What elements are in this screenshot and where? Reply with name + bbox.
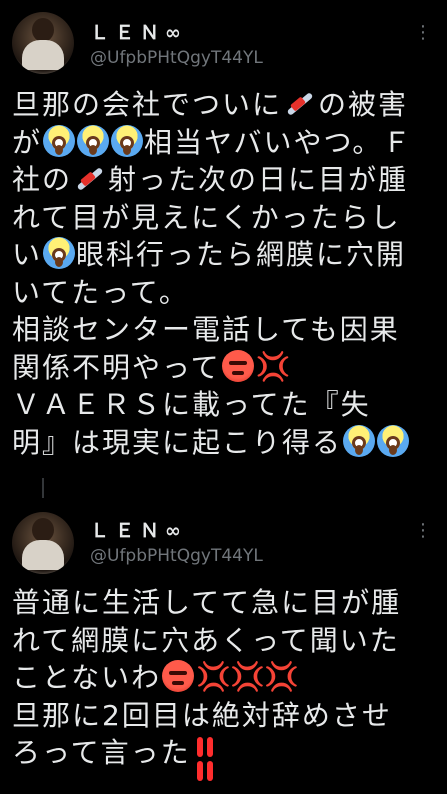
text-line: 旦那の会社でついに の被害 <box>12 86 437 124</box>
text-segment: れて目が見えにくかったらし <box>12 200 401 234</box>
text-line: 関係不明やって <box>12 348 437 387</box>
text-line: 旦那に2回目は絶対辞めさせ <box>12 697 437 735</box>
thread-connector <box>42 478 44 498</box>
text-segment: 明』は現実に起こり得る <box>12 425 343 459</box>
text-line: いてたって。 <box>12 274 437 312</box>
face-screaming-in-fear-icon <box>377 424 410 457</box>
text-line: ＶＡＥＲＳに載ってた『失 <box>12 386 437 424</box>
angry-face-icon <box>221 349 254 382</box>
text-segment: 関係不明やって <box>12 350 221 384</box>
face-screaming-in-fear-icon <box>77 124 110 157</box>
text-line: れて網膜に穴あくって聞いた <box>12 622 437 660</box>
text-line: 普通に生活してて急に目が腫 <box>12 584 437 622</box>
anger-symbol-icon <box>196 658 231 696</box>
syringe-icon <box>283 87 317 119</box>
more-options-icon[interactable]: ⋮ <box>414 22 432 43</box>
face-screaming-in-fear-icon <box>343 424 376 457</box>
text-line: 明』は現実に起こり得る <box>12 424 437 462</box>
display-name[interactable]: ＬＥＮ∞ <box>90 18 187 45</box>
text-segment: ろって言った <box>12 736 191 769</box>
tweet-text: 旦那の会社でついに の被害が 相当ヤバいやつ。Ｆ 社の 射った次の日に目が腫れて目が見え… <box>12 86 437 461</box>
syringe-icon <box>73 162 107 194</box>
text-segment: 相当ヤバいやつ。Ｆ <box>144 125 413 159</box>
tweet-1[interactable]: ＬＥＮ∞ @UfpbPHtQgyT44YL ⋮ 旦那の会社でついに の被害が 相当ヤ… <box>0 0 447 498</box>
user-handle[interactable]: @UfpbPHtQgyT44YL <box>90 546 263 566</box>
text-segment: 社の <box>12 163 73 196</box>
anger-symbol-icon <box>230 658 265 696</box>
text-line: が 相当ヤバいやつ。Ｆ <box>12 124 437 162</box>
text-line: い眼科行ったら網膜に穴開 <box>12 236 437 274</box>
text-segment: の被害 <box>318 88 409 121</box>
text-segment: 眼科行ったら網膜に穴開 <box>76 238 407 271</box>
tweet-text: 普通に生活してて急に目が腫れて網膜に穴あくって聞いたことないわ旦那に2回目は絶対… <box>12 584 437 772</box>
more-options-icon[interactable]: ⋮ <box>414 520 432 541</box>
anger-symbol-icon <box>264 658 299 696</box>
text-segment: 旦那の会社でついに <box>12 88 283 121</box>
double-exclamation-icon <box>192 735 218 767</box>
text-segment: 射った次の日に目が腫 <box>108 163 409 196</box>
text-segment: いてたって。 <box>12 275 189 309</box>
angry-face-icon <box>162 660 195 692</box>
text-segment: 普通に生活してて急に目が腫 <box>12 586 402 619</box>
text-segment: い <box>12 238 43 271</box>
text-segment: れて網膜に穴あくって聞いた <box>12 623 400 657</box>
text-line: ろって言った <box>12 734 437 772</box>
face-screaming-in-fear-icon <box>111 124 144 157</box>
text-segment: が <box>12 125 43 159</box>
text-line: 相談センター電話しても因果 <box>12 311 437 349</box>
avatar[interactable] <box>12 512 74 574</box>
anger-symbol-icon <box>256 348 291 386</box>
text-segment: ことないわ <box>12 661 162 694</box>
face-screaming-in-fear-icon <box>43 124 76 157</box>
display-name[interactable]: ＬＥＮ∞ <box>90 516 187 543</box>
user-handle[interactable]: @UfpbPHtQgyT44YL <box>90 48 263 68</box>
tweet-2[interactable]: ＬＥＮ∞ @UfpbPHtQgyT44YL ⋮ 普通に生活してて急に目が腫 れて網… <box>0 498 447 794</box>
text-line: れて目が見えにくかったらし <box>12 199 437 237</box>
avatar[interactable] <box>12 12 74 74</box>
face-screaming-in-fear-icon <box>43 237 76 269</box>
text-line: ことないわ <box>12 658 437 697</box>
text-segment: 旦那に2回目は絶対辞めさせ <box>12 698 392 732</box>
text-segment: ＶＡＥＲＳに載ってた『失 <box>12 388 371 421</box>
text-line: 社の 射った次の日に目が腫 <box>12 161 437 199</box>
text-segment: 相談センター電話しても因果 <box>12 313 400 346</box>
